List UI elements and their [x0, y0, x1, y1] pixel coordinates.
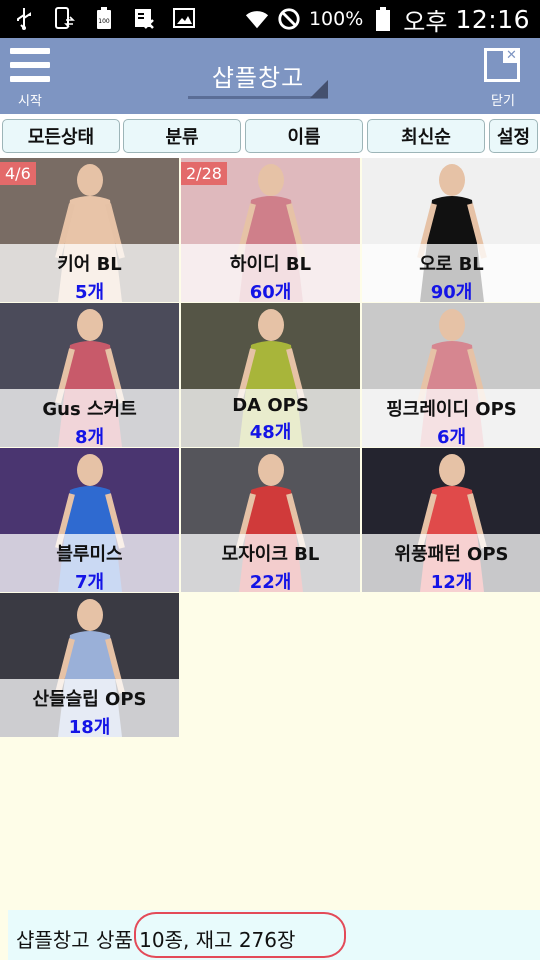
close-window-icon: ✕	[484, 48, 520, 82]
product-name: 하이디 BL	[229, 254, 312, 275]
do-not-disturb-icon	[277, 7, 301, 31]
summary-footer: 샵플창고 상품 10종, 재고 276장	[8, 910, 540, 960]
battery-100-icon: 100	[92, 6, 116, 30]
menu-label: 시작	[18, 94, 42, 109]
product-name: 핑크레이디 OPS	[386, 399, 517, 420]
product-count: 7개	[74, 572, 105, 592]
product-name: 키어 BL	[57, 254, 122, 275]
time-ampm: 오후	[403, 7, 448, 36]
filter-name-button[interactable]: 이름	[245, 119, 363, 153]
filter-bar: 모든상태 분류 이름 최신순 설정	[0, 114, 540, 158]
product-caption: 위풍패턴 OPS 12개	[362, 534, 540, 592]
status-bar: 100 100% 오후 12:16	[0, 0, 540, 38]
product-caption: 오로 BL 90개	[362, 244, 540, 302]
hamburger-icon	[10, 48, 50, 82]
product-tile[interactable]: 4/6 키어 BL 5개	[0, 158, 179, 302]
product-tile[interactable]: 위풍패턴 OPS 12개	[362, 448, 540, 592]
date-badge: 2/28	[181, 162, 227, 185]
filter-status-button[interactable]: 모든상태	[2, 119, 120, 153]
product-tile[interactable]: 핑크레이디 OPS 6개	[362, 303, 540, 447]
product-caption: DA OPS 48개	[181, 389, 360, 447]
page-title: 샵플창고	[211, 64, 305, 92]
close-button[interactable]: ✕ 닫기	[480, 46, 526, 109]
product-tile[interactable]: 오로 BL 90개	[362, 158, 540, 302]
product-name: 위풍패턴 OPS	[394, 544, 509, 565]
product-count: 12개	[430, 572, 473, 592]
product-caption: 키어 BL 5개	[0, 244, 179, 302]
product-tile[interactable]: 2/28 하이디 BL 60개	[181, 158, 360, 302]
product-caption: 산들슬립 OPS 18개	[0, 679, 179, 737]
product-count: 48개	[249, 422, 292, 443]
product-caption: 하이디 BL 60개	[181, 244, 360, 302]
clock: 12:16	[455, 4, 530, 34]
sort-latest-button[interactable]: 최신순	[367, 119, 485, 153]
product-count: 22개	[249, 572, 292, 592]
svg-text:100: 100	[98, 18, 110, 25]
date-badge: 4/6	[0, 162, 36, 185]
dropdown-corner-icon	[310, 80, 328, 98]
close-label: 닫기	[491, 94, 515, 109]
product-caption: 블루미스 7개	[0, 534, 179, 592]
product-caption: Gus 스커트 8개	[0, 389, 179, 447]
summary-highlight-circle	[134, 912, 346, 958]
product-name: 블루미스	[56, 544, 123, 565]
disabled-app-icon	[132, 6, 156, 30]
title-underline	[188, 96, 328, 99]
product-count: 5개	[74, 282, 105, 302]
product-tile[interactable]: 블루미스 7개	[0, 448, 179, 592]
product-count: 8개	[74, 427, 105, 447]
product-count: 60개	[249, 282, 292, 302]
product-tile[interactable]: Gus 스커트 8개	[0, 303, 179, 447]
menu-button[interactable]: 시작	[10, 46, 54, 109]
product-name: Gus 스커트	[42, 399, 137, 420]
filter-category-button[interactable]: 분류	[123, 119, 241, 153]
image-icon	[172, 6, 196, 30]
product-count: 90개	[430, 282, 473, 302]
settings-button[interactable]: 설정	[489, 119, 538, 153]
product-name: DA OPS	[232, 395, 309, 416]
wifi-icon	[245, 7, 269, 31]
phone-sync-icon	[52, 6, 76, 30]
usb-icon	[12, 6, 36, 30]
battery-icon	[371, 7, 395, 31]
warehouse-selector[interactable]: 샵플창고	[188, 52, 328, 100]
product-caption: 모자이크 BL 22개	[181, 534, 360, 592]
product-count: 6개	[436, 427, 467, 447]
product-name: 산들슬립 OPS	[32, 689, 147, 710]
product-tile[interactable]: 모자이크 BL 22개	[181, 448, 360, 592]
app-header: 시작 샵플창고 ✕ 닫기	[0, 38, 540, 114]
product-name: 오로 BL	[419, 254, 484, 275]
product-count: 18개	[68, 717, 111, 737]
product-tile[interactable]: DA OPS 48개	[181, 303, 360, 447]
product-tile[interactable]: 산들슬립 OPS 18개	[0, 593, 179, 737]
product-name: 모자이크 BL	[221, 544, 320, 565]
product-caption: 핑크레이디 OPS 6개	[362, 389, 540, 447]
battery-percent: 100%	[308, 8, 364, 30]
